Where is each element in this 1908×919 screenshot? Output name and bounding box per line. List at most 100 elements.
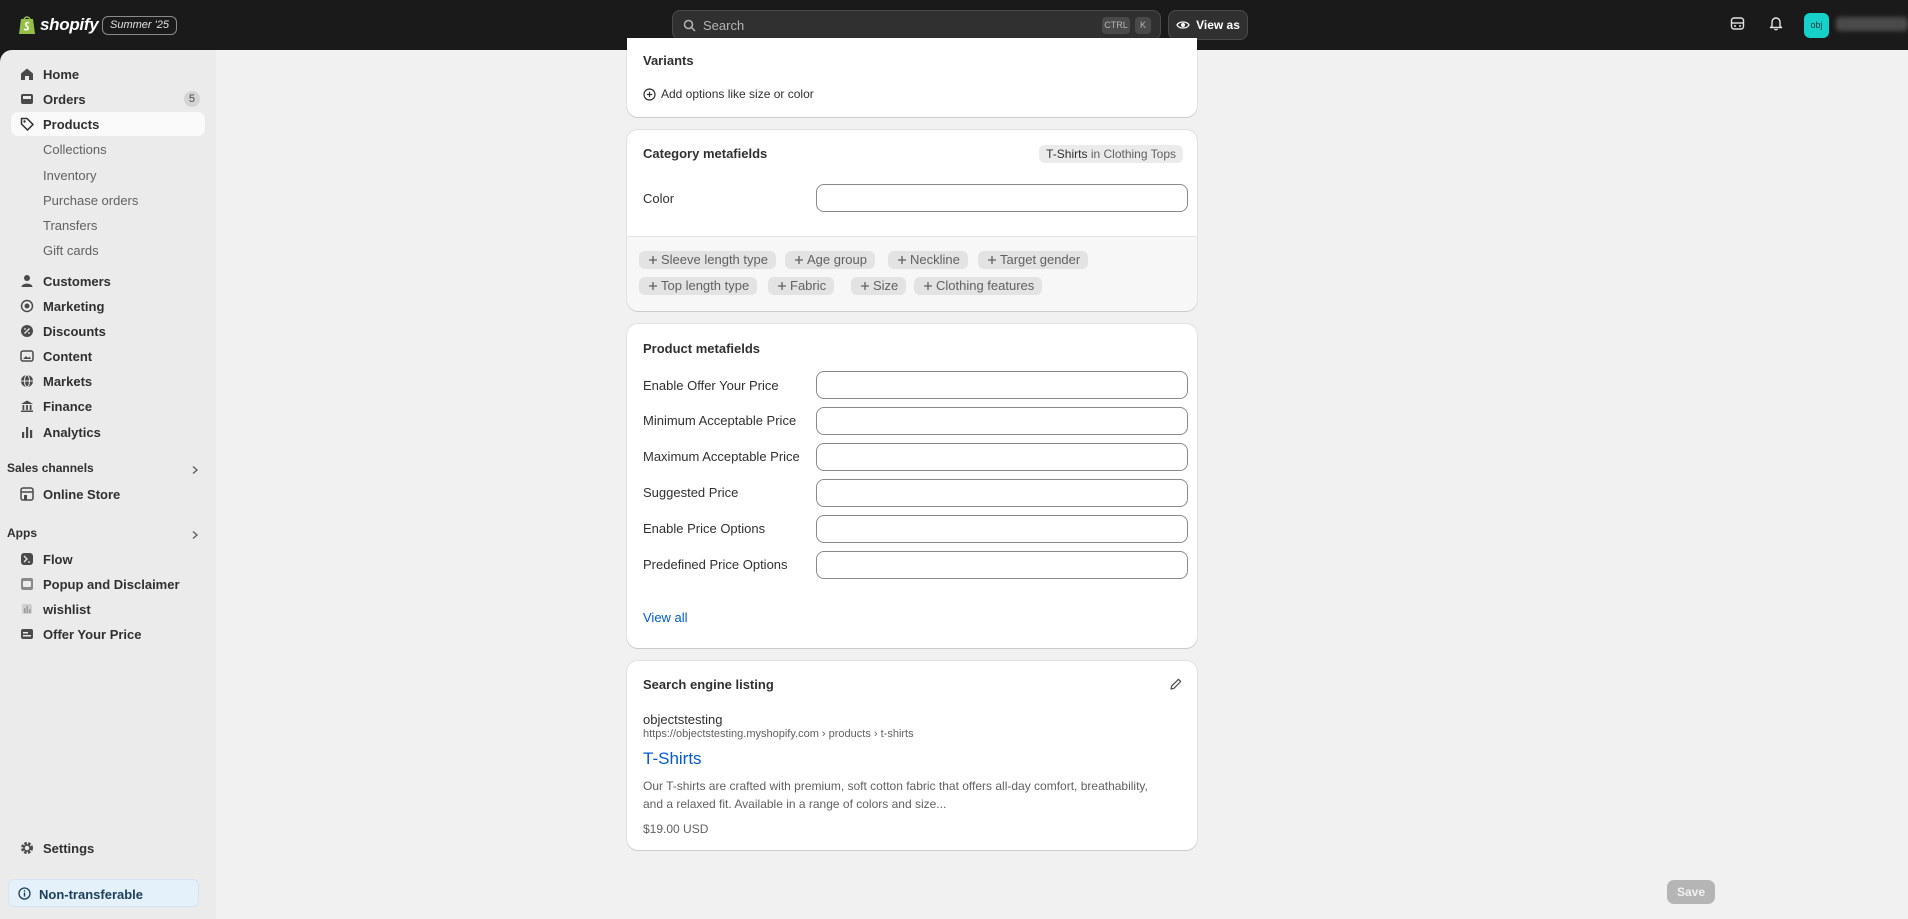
bell-icon[interactable] bbox=[1769, 16, 1783, 31]
gear-icon bbox=[21, 842, 33, 854]
sidebar-item-flow[interactable]: Flow bbox=[11, 547, 205, 571]
add-clothing-features-chip[interactable]: Clothing features bbox=[914, 277, 1043, 295]
suggested-price-field[interactable] bbox=[816, 479, 1188, 507]
search-placeholder: Search bbox=[703, 18, 745, 33]
shortcut-k-key: K bbox=[1135, 17, 1151, 34]
category-metafields-card: Category metafields T-Shirts in Clothing… bbox=[627, 130, 1197, 311]
search-engine-listing-card: Search engine listing objectstesting htt… bbox=[627, 661, 1197, 850]
sidebar-item-finance[interactable]: Finance bbox=[11, 394, 205, 418]
variants-title: Variants bbox=[643, 53, 694, 68]
search-engine-listing-title: Search engine listing bbox=[643, 677, 774, 692]
plus-icon bbox=[649, 282, 657, 290]
view-as-label: View as bbox=[1196, 18, 1240, 32]
product-metafields-card: Product metafields Enable Offer Your Pri… bbox=[627, 324, 1197, 648]
color-field[interactable] bbox=[816, 184, 1188, 212]
category-badge[interactable]: T-Shirts in Clothing Tops bbox=[1039, 145, 1183, 163]
wishlist-app-icon bbox=[22, 604, 32, 614]
tag-icon bbox=[20, 117, 34, 131]
chip-label: Target gender bbox=[1000, 252, 1081, 267]
popup-app-icon bbox=[21, 578, 33, 590]
sidebar-item-settings[interactable]: Settings bbox=[11, 836, 205, 860]
enable-offer-your-price-field[interactable] bbox=[816, 371, 1188, 399]
sidebar-item-marketing[interactable]: Marketing bbox=[11, 294, 205, 318]
sidebar-item-inventory[interactable]: Inventory bbox=[11, 163, 205, 187]
add-neckline-chip[interactable]: Neckline bbox=[888, 251, 968, 269]
globe-icon bbox=[21, 374, 33, 388]
sales-channels-heading[interactable]: Sales channels bbox=[7, 461, 94, 475]
sidebar-item-offer-your-price[interactable]: Offer Your Price bbox=[11, 622, 205, 646]
sidebar-item-popup-and-disclaimer[interactable]: Popup and Disclaimer bbox=[11, 572, 205, 596]
sidebar-item-transfers[interactable]: Transfers bbox=[11, 213, 205, 237]
add-target-gender-chip[interactable]: Target gender bbox=[978, 251, 1089, 269]
sidebar-item-online-store[interactable]: Online Store bbox=[11, 482, 205, 506]
metafield-label: Minimum Acceptable Price bbox=[643, 413, 797, 428]
edition-badge[interactable]: Summer '25 bbox=[102, 16, 177, 35]
sidebar-item-markets[interactable]: Markets bbox=[11, 369, 205, 393]
chevron-right-icon[interactable] bbox=[190, 530, 200, 540]
plus-icon bbox=[778, 282, 786, 290]
non-transferable-banner[interactable]: Non-transferable bbox=[8, 879, 199, 907]
add-age-group-chip[interactable]: Age group bbox=[785, 251, 875, 269]
sidebar-item-label: Analytics bbox=[43, 425, 101, 440]
sidebar-item-label: Gift cards bbox=[43, 243, 99, 258]
sidebar-item-products[interactable]: Products bbox=[11, 112, 205, 136]
seo-description: Our T-shirts are crafted with premium, s… bbox=[643, 777, 1148, 813]
sidebar: Home Orders 5 Products Collections Inven… bbox=[0, 50, 216, 919]
color-label: Color bbox=[643, 191, 675, 206]
variants-card: Variants Add options like size or color bbox=[627, 38, 1197, 117]
add-top-length-type-chip[interactable]: Top length type bbox=[639, 277, 758, 295]
seo-price: $19.00 USD bbox=[643, 822, 709, 836]
plus-icon bbox=[898, 256, 906, 264]
metafield-label: Enable Offer Your Price bbox=[643, 378, 779, 393]
avatar[interactable]: obj bbox=[1804, 13, 1829, 38]
sidebar-item-content[interactable]: Content bbox=[11, 344, 205, 368]
sidebar-item-discounts[interactable]: Discounts bbox=[11, 319, 205, 343]
add-fabric-chip[interactable]: Fabric bbox=[768, 277, 835, 295]
sidebar-item-home[interactable]: Home bbox=[11, 62, 205, 86]
minimum-acceptable-price-field[interactable] bbox=[816, 407, 1188, 435]
search-icon bbox=[683, 19, 696, 32]
add-options-button[interactable]: Add options like size or color bbox=[643, 87, 814, 101]
seo-description-line: Our T-shirts are crafted with premium, s… bbox=[643, 779, 1148, 793]
maximum-acceptable-price-field[interactable] bbox=[816, 443, 1188, 471]
shopify-bag-icon bbox=[19, 16, 35, 34]
apps-heading[interactable]: Apps bbox=[7, 526, 37, 540]
sidebar-item-orders[interactable]: Orders 5 bbox=[11, 87, 205, 111]
store-switcher-icon[interactable] bbox=[1730, 16, 1745, 31]
predefined-price-options-field[interactable] bbox=[816, 551, 1188, 579]
plus-icon bbox=[649, 256, 657, 264]
enable-price-options-field[interactable] bbox=[816, 515, 1188, 543]
sidebar-item-gift-cards[interactable]: Gift cards bbox=[11, 238, 205, 262]
pencil-icon[interactable] bbox=[1169, 677, 1183, 691]
shortcut-ctrl-key: CTRL bbox=[1102, 17, 1130, 34]
sidebar-item-analytics[interactable]: Analytics bbox=[11, 420, 205, 444]
person-icon bbox=[21, 275, 33, 287]
chip-label: Age group bbox=[807, 252, 867, 267]
bank-icon bbox=[21, 400, 33, 412]
inbox-icon bbox=[21, 94, 33, 104]
store-icon bbox=[20, 487, 34, 501]
add-sleeve-length-type-chip[interactable]: Sleeve length type bbox=[639, 251, 776, 269]
sidebar-item-collections[interactable]: Collections bbox=[11, 137, 205, 161]
bar-chart-icon bbox=[22, 427, 33, 438]
save-button[interactable]: Save bbox=[1667, 880, 1715, 904]
sidebar-item-label: Markets bbox=[43, 374, 93, 389]
store-name-blurred[interactable] bbox=[1836, 17, 1908, 31]
sidebar-item-label: Content bbox=[43, 349, 93, 364]
discount-icon bbox=[21, 325, 33, 337]
sidebar-item-purchase-orders[interactable]: Purchase orders bbox=[11, 188, 205, 212]
metafield-label: Enable Price Options bbox=[643, 521, 766, 536]
category-metafields-title: Category metafields bbox=[643, 146, 768, 161]
add-size-chip[interactable]: Size bbox=[851, 277, 907, 295]
sidebar-item-customers[interactable]: Customers bbox=[11, 269, 205, 293]
seo-page-title[interactable]: T-Shirts bbox=[643, 749, 702, 769]
view-all-link[interactable]: View all bbox=[643, 610, 688, 625]
home-icon bbox=[21, 68, 33, 80]
shopify-logo[interactable]: shopify bbox=[18, 14, 99, 35]
search-bar[interactable]: Search CTRL K bbox=[672, 10, 1161, 40]
view-as-button[interactable]: View as bbox=[1168, 10, 1248, 40]
chip-label: Neckline bbox=[910, 252, 960, 267]
image-icon bbox=[20, 350, 34, 362]
sidebar-item-wishlist[interactable]: wishlist bbox=[11, 597, 205, 621]
chevron-right-icon[interactable] bbox=[190, 465, 200, 475]
